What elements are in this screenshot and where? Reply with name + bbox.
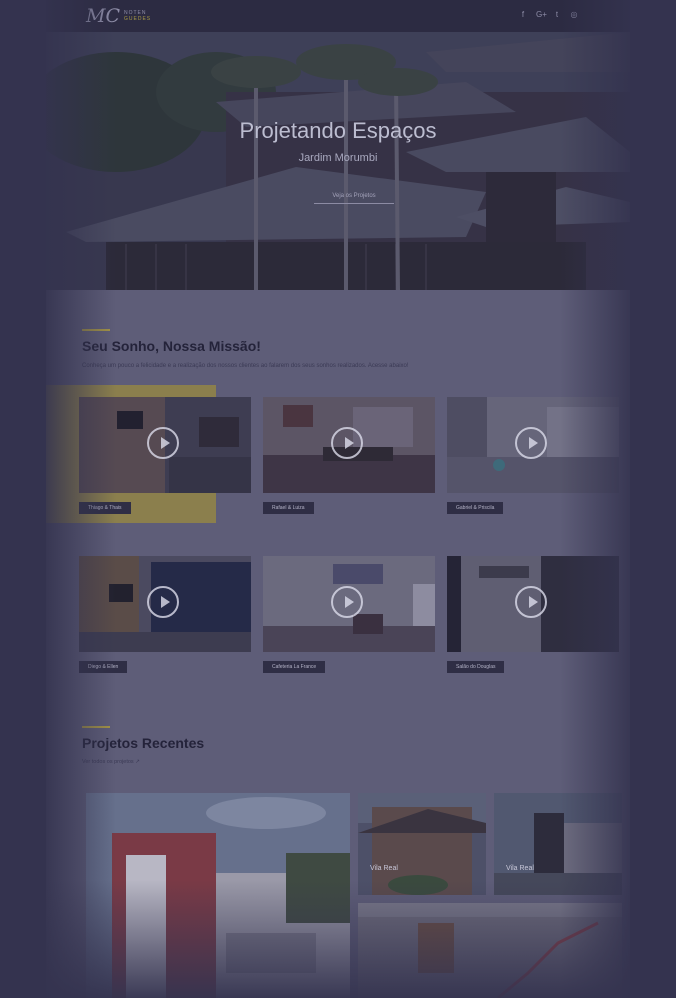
play-icon[interactable] (147, 586, 179, 618)
video-card[interactable]: Thiago & Thais (79, 397, 251, 517)
page: MC NOTEN GUEDES f G+ t ◎ Projetando Espa… (46, 0, 630, 998)
video-thumbnail[interactable] (263, 397, 435, 493)
video-thumbnail[interactable] (447, 556, 619, 652)
logo-text: NOTEN GUEDES (124, 10, 151, 22)
facebook-icon[interactable]: f (519, 10, 527, 19)
video-label: Salão do Douglas (447, 661, 505, 673)
mission-title: Seu Sonho, Nossa Missão! (82, 338, 261, 354)
logo-mark: MC (86, 5, 120, 27)
video-card[interactable]: Gabriel & Priscila (447, 397, 619, 517)
video-card[interactable]: Cafeteria La France (263, 556, 435, 676)
logo-line2: GUEDES (124, 16, 152, 22)
hero-subtitle: Jardim Morumbi (298, 152, 378, 164)
play-icon[interactable] (331, 586, 363, 618)
external-link-icon: ↗ (135, 759, 140, 765)
project-name: Vila Real (506, 865, 534, 872)
project-name: Vila Real (370, 865, 398, 872)
top-navbar: MC NOTEN GUEDES f G+ t ◎ (46, 0, 630, 32)
video-thumbnail[interactable] (263, 556, 435, 652)
google-plus-icon[interactable]: G+ (536, 10, 547, 19)
video-thumbnail[interactable] (447, 397, 619, 493)
video-card[interactable]: Rafael & Luiza (263, 397, 435, 517)
video-card[interactable]: Diego & Ellen (79, 556, 251, 676)
all-projects-link[interactable]: Ver todos os projetos ↗ (82, 759, 140, 765)
project-card[interactable]: Vila Real (494, 793, 622, 895)
video-label: Gabriel & Priscila (447, 502, 504, 514)
instagram-icon[interactable]: ◎ (570, 10, 578, 19)
play-icon[interactable] (147, 427, 179, 459)
play-icon[interactable] (515, 427, 547, 459)
social-links: f G+ t ◎ (519, 10, 578, 19)
hero-title: Projetando Espaços (239, 118, 437, 143)
logo[interactable]: MC NOTEN GUEDES (86, 5, 151, 27)
view-projects-button[interactable]: Veja os Projetos (314, 189, 394, 204)
play-icon[interactable] (331, 427, 363, 459)
hero-banner: Projetando Espaços Jardim Morumbi Veja o… (46, 32, 630, 290)
mission-description: Conheça um pouco a felicidade e a realiz… (82, 363, 409, 369)
project-card[interactable] (86, 793, 350, 998)
all-projects-link-label: Ver todos os projetos (82, 759, 134, 765)
video-label: Rafael & Luiza (263, 502, 314, 514)
play-icon[interactable] (515, 586, 547, 618)
section-accent-line (82, 726, 110, 728)
video-thumbnail[interactable] (79, 556, 251, 652)
section-accent-line (82, 329, 110, 331)
video-thumbnail[interactable] (79, 397, 251, 493)
recent-projects-title: Projetos Recentes (82, 735, 205, 751)
project-card[interactable] (358, 903, 622, 998)
video-label: Cafeteria La France (263, 661, 326, 673)
twitter-icon[interactable]: t (553, 10, 561, 19)
video-card[interactable]: Salão do Douglas (447, 556, 619, 676)
video-label: Thiago & Thais (79, 502, 131, 514)
project-card[interactable]: Vila Real (358, 793, 486, 895)
video-label: Diego & Ellen (79, 661, 128, 673)
